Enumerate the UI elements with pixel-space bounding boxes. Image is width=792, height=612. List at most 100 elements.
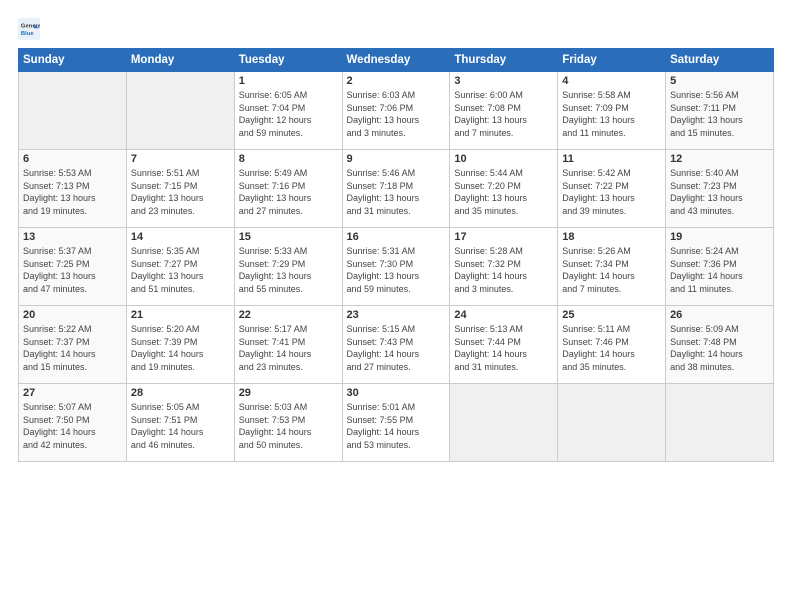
calendar-cell (666, 384, 774, 462)
header-cell-tuesday: Tuesday (234, 49, 342, 72)
day-number: 30 (347, 387, 446, 399)
calendar-cell: 29Sunrise: 5:03 AM Sunset: 7:53 PM Dayli… (234, 384, 342, 462)
calendar-cell: 17 Sunrise: 5:28 AM Sunset: 7:32 PM Dayli… (450, 228, 558, 306)
calendar-table: SundayMondayTuesdayWednesdayThursdayFrid… (18, 48, 774, 462)
week-row-3: 13 Sunrise: 5:37 AM Sunset: 7:25 PM Dayli… (19, 228, 774, 306)
calendar-cell (19, 72, 127, 150)
calendar-cell: 21 Sunrise: 5:20 AM Sunset: 7:39 PM Dayli… (126, 306, 234, 384)
calendar-cell (450, 384, 558, 462)
day-number: 22 (239, 309, 338, 321)
cell-details: Sunrise: 5:20 AM Sunset: 7:39 PM Dayligh… (131, 323, 230, 373)
day-number: 28 (131, 387, 230, 399)
header-cell-friday: Friday (558, 49, 666, 72)
day-number: 12 (670, 153, 769, 165)
calendar-header: SundayMondayTuesdayWednesdayThursdayFrid… (19, 49, 774, 72)
cell-details: Sunrise: 5:56 AM Sunset: 7:11 PM Dayligh… (670, 89, 769, 139)
day-number: 19 (670, 231, 769, 243)
calendar-cell: 8 Sunrise: 5:49 AM Sunset: 7:16 PM Daylig… (234, 150, 342, 228)
header-cell-monday: Monday (126, 49, 234, 72)
calendar-cell: 2 Sunrise: 6:03 AM Sunset: 7:06 PM Daylig… (342, 72, 450, 150)
day-number: 11 (562, 153, 661, 165)
calendar-cell: 4Sunrise: 5:58 AM Sunset: 7:09 PM Daylig… (558, 72, 666, 150)
day-number: 2 (347, 75, 446, 87)
day-number: 13 (23, 231, 122, 243)
cell-details: Sunrise: 5:28 AM Sunset: 7:32 PM Dayligh… (454, 245, 553, 295)
cell-details: Sunrise: 5:03 AM Sunset: 7:53 PM Dayligh… (239, 401, 338, 451)
cell-details: Sunrise: 5:49 AM Sunset: 7:16 PM Dayligh… (239, 167, 338, 217)
header-row: SundayMondayTuesdayWednesdayThursdayFrid… (19, 49, 774, 72)
day-number: 6 (23, 153, 122, 165)
calendar-cell: 6 Sunrise: 5:53 AM Sunset: 7:13 PM Daylig… (19, 150, 127, 228)
cell-details: Sunrise: 6:03 AM Sunset: 7:06 PM Dayligh… (347, 89, 446, 139)
day-number: 24 (454, 309, 553, 321)
calendar-cell: 18 Sunrise: 5:26 AM Sunset: 7:34 PM Dayli… (558, 228, 666, 306)
header: General Blue (18, 18, 774, 40)
cell-details: Sunrise: 5:37 AM Sunset: 7:25 PM Dayligh… (23, 245, 122, 295)
cell-details: Sunrise: 5:33 AM Sunset: 7:29 PM Dayligh… (239, 245, 338, 295)
calendar-cell: 23 Sunrise: 5:15 AM Sunset: 7:43 PM Dayli… (342, 306, 450, 384)
cell-details: Sunrise: 5:15 AM Sunset: 7:43 PM Dayligh… (347, 323, 446, 373)
cell-details: Sunrise: 5:44 AM Sunset: 7:20 PM Dayligh… (454, 167, 553, 217)
week-row-5: 27 Sunrise: 5:07 AM Sunset: 7:50 PM Dayli… (19, 384, 774, 462)
calendar-cell: 30 Sunrise: 5:01 AM Sunset: 7:55 PM Dayli… (342, 384, 450, 462)
day-number: 5 (670, 75, 769, 87)
day-number: 7 (131, 153, 230, 165)
cell-details: Sunrise: 5:24 AM Sunset: 7:36 PM Dayligh… (670, 245, 769, 295)
cell-details: Sunrise: 5:51 AM Sunset: 7:15 PM Dayligh… (131, 167, 230, 217)
week-row-2: 6 Sunrise: 5:53 AM Sunset: 7:13 PM Daylig… (19, 150, 774, 228)
day-number: 8 (239, 153, 338, 165)
calendar-body: 1 Sunrise: 6:05 AM Sunset: 7:04 PM Daylig… (19, 72, 774, 462)
day-number: 15 (239, 231, 338, 243)
day-number: 9 (347, 153, 446, 165)
calendar-cell: 22 Sunrise: 5:17 AM Sunset: 7:41 PM Dayli… (234, 306, 342, 384)
cell-details: Sunrise: 5:46 AM Sunset: 7:18 PM Dayligh… (347, 167, 446, 217)
cell-details: Sunrise: 5:07 AM Sunset: 7:50 PM Dayligh… (23, 401, 122, 451)
calendar-cell: 24 Sunrise: 5:13 AM Sunset: 7:44 PM Dayli… (450, 306, 558, 384)
calendar-cell: 25Sunrise: 5:11 AM Sunset: 7:46 PM Dayli… (558, 306, 666, 384)
calendar-cell: 27 Sunrise: 5:07 AM Sunset: 7:50 PM Dayli… (19, 384, 127, 462)
day-number: 18 (562, 231, 661, 243)
header-cell-thursday: Thursday (450, 49, 558, 72)
logo: General Blue (18, 18, 44, 40)
calendar-cell: 26 Sunrise: 5:09 AM Sunset: 7:48 PM Dayli… (666, 306, 774, 384)
day-number: 14 (131, 231, 230, 243)
calendar-cell (126, 72, 234, 150)
day-number: 3 (454, 75, 553, 87)
calendar-cell (558, 384, 666, 462)
header-cell-wednesday: Wednesday (342, 49, 450, 72)
day-number: 1 (239, 75, 338, 87)
calendar-container: General Blue SundayMondayTuesdayWednesda… (0, 0, 792, 612)
day-number: 26 (670, 309, 769, 321)
cell-details: Sunrise: 5:26 AM Sunset: 7:34 PM Dayligh… (562, 245, 661, 295)
day-number: 17 (454, 231, 553, 243)
svg-text:Blue: Blue (21, 31, 34, 37)
day-number: 4 (562, 75, 661, 87)
calendar-cell: 5 Sunrise: 5:56 AM Sunset: 7:11 PM Daylig… (666, 72, 774, 150)
day-number: 16 (347, 231, 446, 243)
calendar-cell: 20Sunrise: 5:22 AM Sunset: 7:37 PM Dayli… (19, 306, 127, 384)
day-number: 27 (23, 387, 122, 399)
week-row-1: 1 Sunrise: 6:05 AM Sunset: 7:04 PM Daylig… (19, 72, 774, 150)
header-cell-saturday: Saturday (666, 49, 774, 72)
calendar-cell: 28Sunrise: 5:05 AM Sunset: 7:51 PM Dayli… (126, 384, 234, 462)
cell-details: Sunrise: 5:40 AM Sunset: 7:23 PM Dayligh… (670, 167, 769, 217)
cell-details: Sunrise: 5:53 AM Sunset: 7:13 PM Dayligh… (23, 167, 122, 217)
calendar-cell: 16Sunrise: 5:31 AM Sunset: 7:30 PM Dayli… (342, 228, 450, 306)
cell-details: Sunrise: 5:01 AM Sunset: 7:55 PM Dayligh… (347, 401, 446, 451)
calendar-cell: 7 Sunrise: 5:51 AM Sunset: 7:15 PM Daylig… (126, 150, 234, 228)
day-number: 21 (131, 309, 230, 321)
day-number: 10 (454, 153, 553, 165)
calendar-cell: 11Sunrise: 5:42 AM Sunset: 7:22 PM Dayli… (558, 150, 666, 228)
calendar-cell: 13 Sunrise: 5:37 AM Sunset: 7:25 PM Dayli… (19, 228, 127, 306)
cell-details: Sunrise: 5:11 AM Sunset: 7:46 PM Dayligh… (562, 323, 661, 373)
day-number: 23 (347, 309, 446, 321)
header-cell-sunday: Sunday (19, 49, 127, 72)
calendar-cell: 9 Sunrise: 5:46 AM Sunset: 7:18 PM Daylig… (342, 150, 450, 228)
cell-details: Sunrise: 5:17 AM Sunset: 7:41 PM Dayligh… (239, 323, 338, 373)
cell-details: Sunrise: 5:13 AM Sunset: 7:44 PM Dayligh… (454, 323, 553, 373)
logo-icon: General Blue (18, 18, 40, 40)
cell-details: Sunrise: 6:05 AM Sunset: 7:04 PM Dayligh… (239, 89, 338, 139)
cell-details: Sunrise: 5:09 AM Sunset: 7:48 PM Dayligh… (670, 323, 769, 373)
svg-text:General: General (21, 24, 40, 30)
cell-details: Sunrise: 6:00 AM Sunset: 7:08 PM Dayligh… (454, 89, 553, 139)
